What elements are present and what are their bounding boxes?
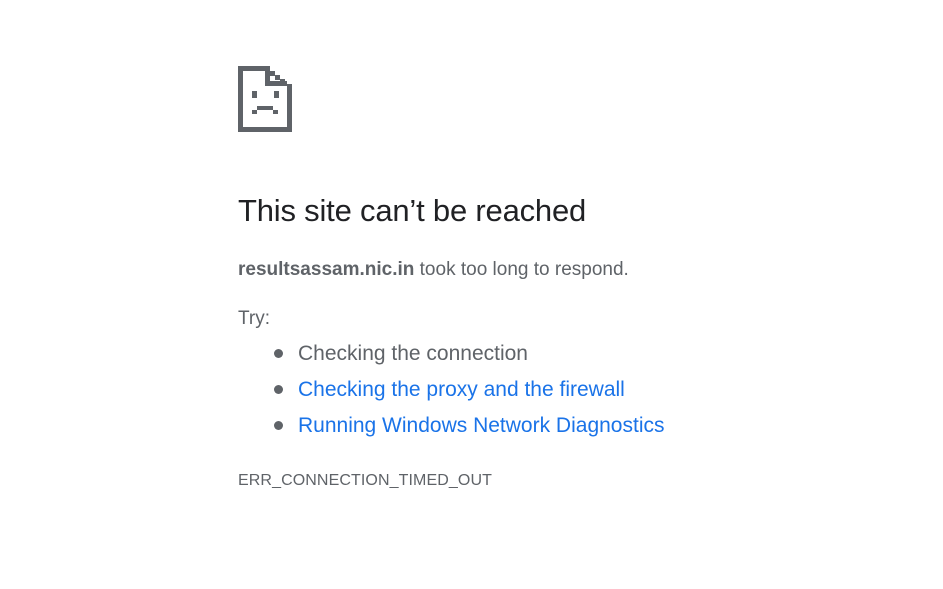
bullet-icon [274, 385, 283, 394]
try-label: Try: [238, 308, 271, 329]
suggestion-item: Running Windows Network Diagnostics [274, 412, 665, 448]
error-summary: resultsassam.nic.in took too long to res… [238, 259, 629, 281]
host-name: resultsassam.nic.in [238, 259, 415, 280]
bullet-icon [274, 421, 283, 430]
summary-text: took too long to respond. [414, 259, 629, 280]
error-code: ERR_CONNECTION_TIMED_OUT [238, 472, 492, 489]
bullet-icon [274, 349, 283, 358]
suggestion-item: Checking the connection [274, 340, 665, 376]
page-title: This site can’t be reached [238, 193, 587, 228]
suggestion-network-diagnostics-link[interactable]: Running Windows Network Diagnostics [298, 414, 665, 437]
sad-page-icon [238, 66, 292, 132]
error-page: This site can’t be reached resultsassam.… [238, 66, 878, 489]
suggestion-item: Checking the proxy and the firewall [274, 376, 665, 412]
suggestion-proxy-firewall-link[interactable]: Checking the proxy and the firewall [298, 378, 625, 401]
suggestion-list: Checking the connection Checking the pro… [274, 340, 665, 448]
suggestion-check-connection: Checking the connection [298, 342, 528, 365]
